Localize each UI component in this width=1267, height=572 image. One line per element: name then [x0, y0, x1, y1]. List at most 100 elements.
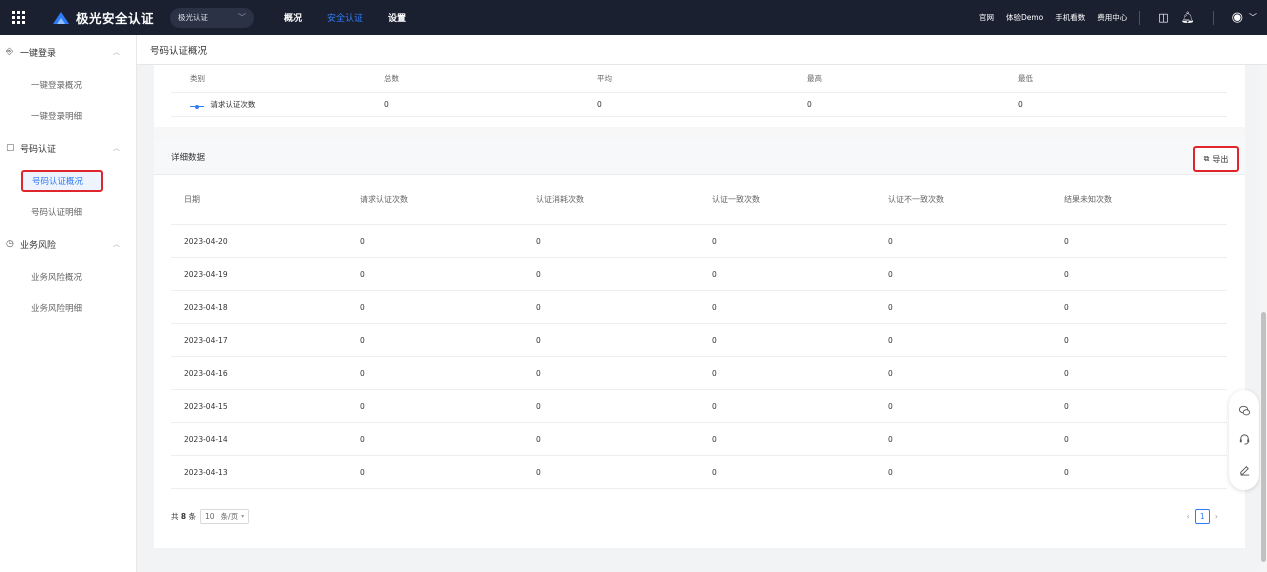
cell-unknown: 0	[1064, 335, 1069, 345]
link-demo[interactable]: 体验Demo	[1006, 12, 1043, 23]
cell-unknown: 0	[1064, 302, 1069, 312]
export-button[interactable]: ⧉ 导出	[1193, 146, 1239, 172]
chevron-up-icon: ︿	[113, 240, 120, 248]
summary-max-value: 0	[807, 100, 812, 109]
summary-total-value: 0	[384, 100, 389, 109]
page-size-select[interactable]: 10 条/页 ▾	[200, 509, 250, 524]
summary-avg-value: 0	[597, 100, 602, 109]
summary-table-header: 类别 总数 平均 最高 最低	[171, 65, 1227, 93]
cell-matched: 0	[712, 269, 717, 279]
sidebar-item-business-risk-overview[interactable]: 业务风险概况	[0, 261, 136, 292]
page-size-unit: 条/页	[220, 512, 239, 521]
cell-requests: 0	[360, 467, 365, 477]
sidebar-group-business-risk[interactable]: ◷ 业务风险 ︿	[0, 227, 136, 261]
table-row: 2023-04-18 0 0 0 0 0	[171, 291, 1227, 324]
cell-mismatched: 0	[888, 467, 893, 477]
sidebar: ⎆ 一键登录 ︿ 一键登录概况 一键登录明细 ▢ 号码认证 ︿ 号码认证概况 号…	[0, 35, 137, 572]
cell-matched: 0	[712, 368, 717, 378]
cell-unknown: 0	[1064, 368, 1069, 378]
nav-overview[interactable]: 概况	[284, 11, 302, 24]
product-select[interactable]: 极光认证 ﹀	[170, 7, 255, 28]
cell-requests: 0	[360, 269, 365, 279]
chevron-down-icon[interactable]: ﹀	[1249, 12, 1257, 23]
cell-consumed: 0	[536, 236, 541, 246]
page-title: 号码认证概况	[150, 45, 208, 57]
bell-icon[interactable]: 🔔︎	[1181, 11, 1195, 24]
nav-security-auth[interactable]: 安全认证	[327, 11, 363, 24]
cell-date: 2023-04-17	[184, 335, 228, 345]
login-icon: ⎆	[6, 47, 14, 57]
detail-header-requests: 请求认证次数	[360, 195, 408, 204]
cell-requests: 0	[360, 401, 365, 411]
cell-matched: 0	[712, 302, 717, 312]
table-row: 2023-04-14 0 0 0 0 0	[171, 423, 1227, 456]
top-navigation-bar: 极光安全认证 极光认证 ﹀ 概况 安全认证 设置 官网 体验Demo 手机看数 …	[0, 0, 1267, 35]
total-count-value: 8	[180, 512, 187, 521]
sidebar-item-number-verify-overview[interactable]: 号码认证概况	[21, 169, 103, 192]
page-number-button[interactable]: 1	[1194, 509, 1210, 524]
page-size-value: 10	[205, 512, 215, 521]
apps-grid-icon[interactable]	[12, 11, 26, 25]
sidebar-item-business-risk-detail[interactable]: 业务风险明细	[0, 292, 136, 323]
cell-date: 2023-04-15	[184, 401, 228, 411]
series-line-icon	[190, 104, 204, 109]
cell-unknown: 0	[1064, 236, 1069, 246]
cell-matched: 0	[712, 467, 717, 477]
sidebar-group-label: 号码认证	[20, 144, 57, 155]
cell-requests: 0	[360, 236, 365, 246]
table-row: 2023-04-17 0 0 0 0 0	[171, 324, 1227, 357]
link-official-site[interactable]: 官网	[979, 12, 994, 23]
pagination-nav: ‹ 1 ›	[1182, 509, 1223, 524]
customer-service-icon[interactable]	[1238, 433, 1251, 446]
layout-icon[interactable]: ◫	[1158, 11, 1168, 24]
detail-header-unknown: 结果未知次数	[1064, 195, 1112, 204]
total-count: 共 8 条	[171, 511, 196, 522]
scrollbar-thumb[interactable]	[1261, 312, 1266, 562]
sidebar-group-one-click-login[interactable]: ⎆ 一键登录 ︿	[0, 35, 136, 69]
brand-logo-icon	[53, 11, 69, 24]
nav-settings[interactable]: 设置	[388, 11, 406, 24]
table-row: 2023-04-15 0 0 0 0 0	[171, 390, 1227, 423]
link-billing[interactable]: 费用中心	[1097, 12, 1127, 23]
logo[interactable]: 极光安全认证	[52, 8, 154, 27]
risk-icon: ◷	[6, 239, 14, 249]
wechat-icon[interactable]	[1238, 404, 1251, 417]
cell-matched: 0	[712, 236, 717, 246]
detail-section-title: 详细数据	[171, 152, 206, 163]
cell-mismatched: 0	[888, 434, 893, 444]
cell-requests: 0	[360, 302, 365, 312]
sidebar-item-wrapper: 号码认证概况	[0, 165, 136, 196]
cell-consumed: 0	[536, 401, 541, 411]
cell-date: 2023-04-19	[184, 269, 228, 279]
sidebar-item-one-click-login-overview[interactable]: 一键登录概况	[0, 69, 136, 100]
sidebar-item-number-verify-detail[interactable]: 号码认证明细	[0, 196, 136, 227]
summary-header-avg: 平均	[597, 74, 612, 83]
next-page-icon[interactable]: ›	[1215, 512, 1218, 521]
edit-feedback-icon[interactable]	[1238, 463, 1251, 476]
detail-header-mismatched: 认证不一致次数	[888, 195, 944, 204]
cell-consumed: 0	[536, 335, 541, 345]
cell-matched: 0	[712, 434, 717, 444]
cell-consumed: 0	[536, 368, 541, 378]
cell-mismatched: 0	[888, 302, 893, 312]
sidebar-group-number-verify[interactable]: ▢ 号码认证 ︿	[0, 131, 136, 165]
export-button-label: 导出	[1212, 154, 1229, 164]
cell-matched: 0	[712, 401, 717, 411]
pagination-summary: 共 8 条 10 条/页 ▾	[171, 509, 250, 524]
detail-table: 日期 请求认证次数 认证消耗次数 认证一致次数 认证不一致次数 结果未知次数 2…	[171, 175, 1227, 489]
table-row: 2023-04-19 0 0 0 0 0	[171, 258, 1227, 291]
table-row: 2023-04-20 0 0 0 0 0	[171, 225, 1227, 258]
total-prefix: 共	[171, 512, 179, 521]
user-avatar-icon[interactable]: ◉	[1232, 10, 1243, 25]
main-panel: 类别 总数 平均 最高 最低 请求认证次数 0 0 0 0 详细数据 ⧉ 导出 …	[154, 65, 1245, 548]
cell-consumed: 0	[536, 434, 541, 444]
link-mobile-data[interactable]: 手机看数	[1055, 12, 1085, 23]
chevron-up-icon: ︿	[113, 144, 120, 152]
total-suffix: 条	[188, 512, 197, 521]
cell-date: 2023-04-20	[184, 236, 228, 246]
detail-table-body: 2023-04-20 0 0 0 0 0 2023-04-19 0 0 0 0 0 2023-04-18…	[171, 225, 1227, 489]
summary-header-max: 最高	[807, 74, 822, 83]
cell-mismatched: 0	[888, 335, 893, 345]
prev-page-icon[interactable]: ‹	[1187, 512, 1190, 521]
sidebar-item-one-click-login-detail[interactable]: 一键登录明细	[0, 100, 136, 131]
